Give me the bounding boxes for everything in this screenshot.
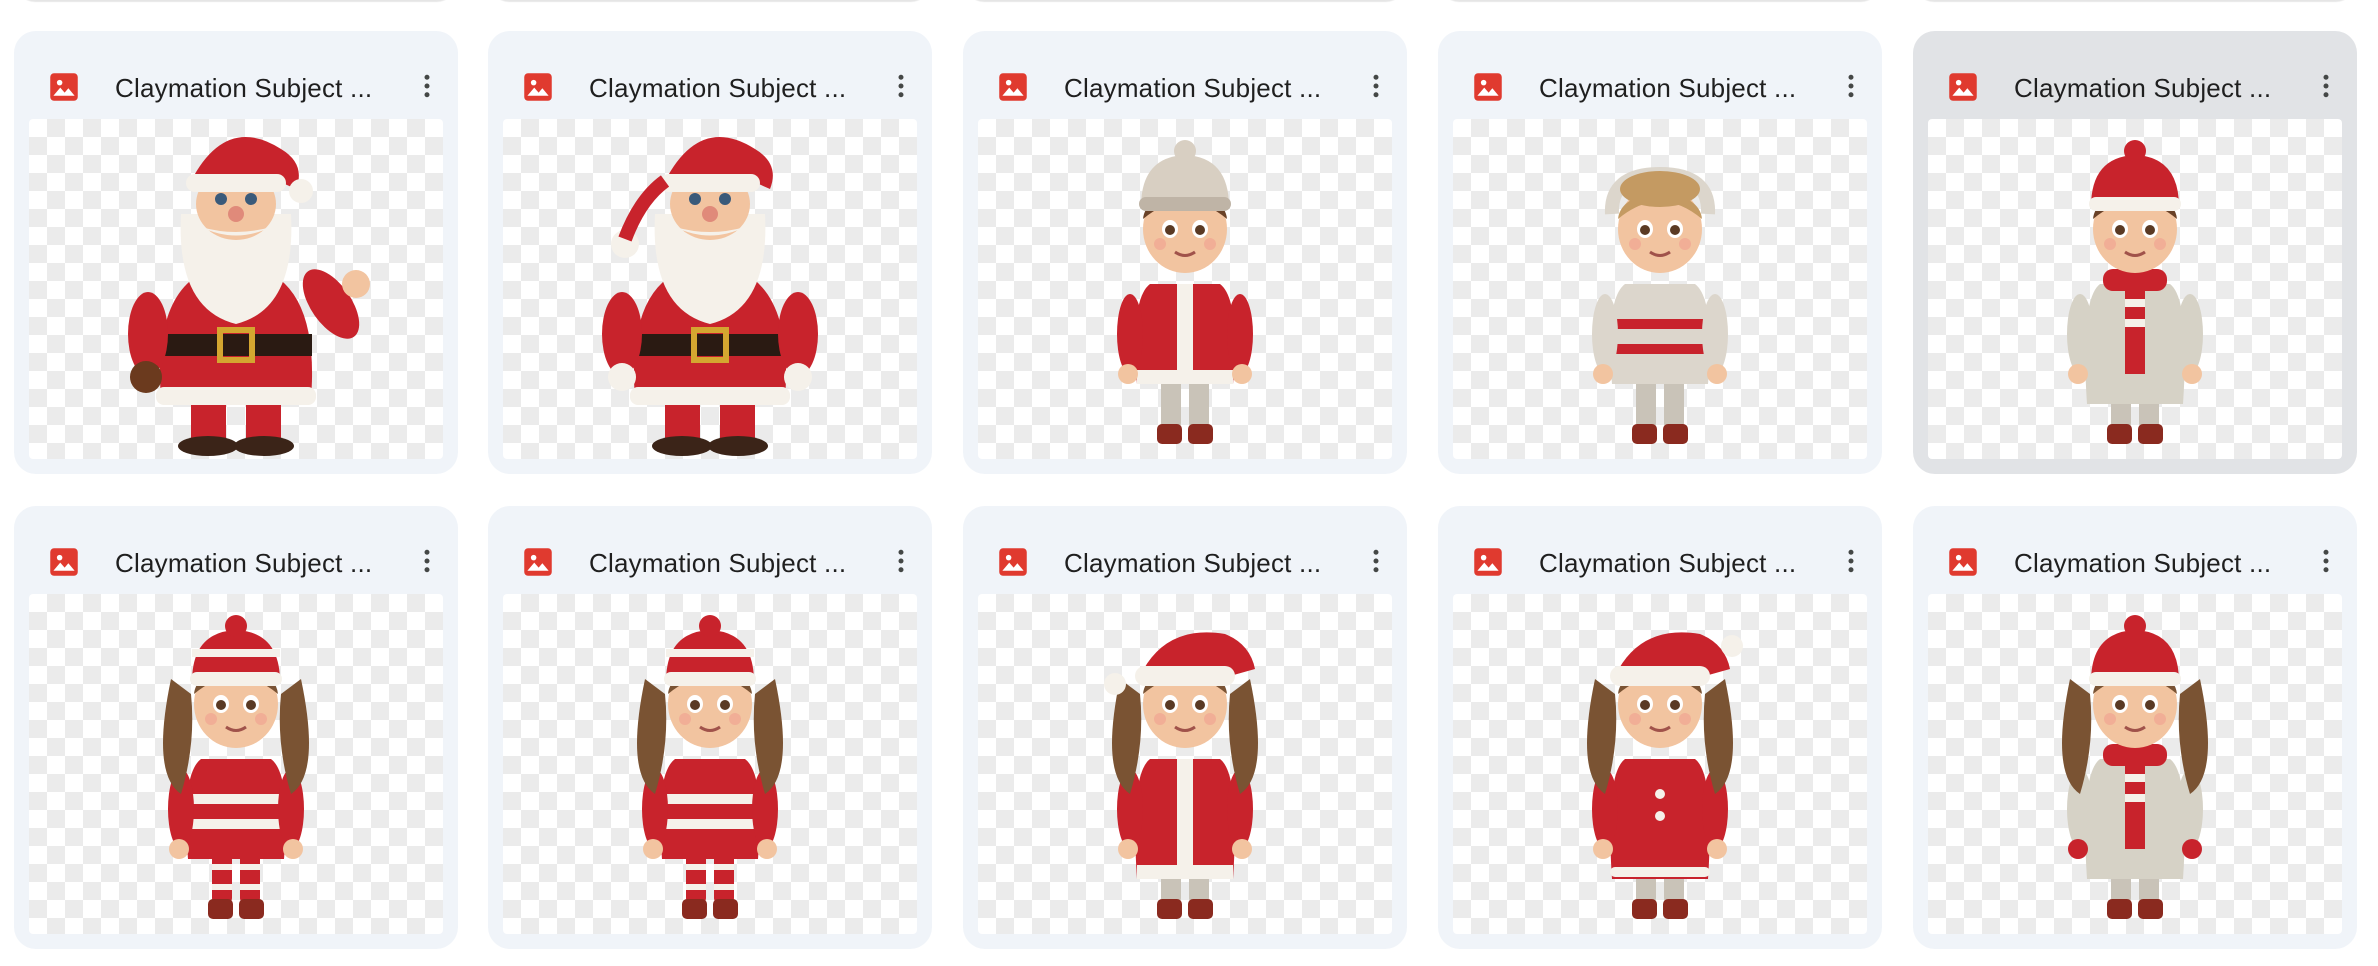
- file-card[interactable]: Claymation Subject ...: [14, 506, 458, 949]
- image-file-icon: [1948, 72, 1978, 102]
- thumbnail-image[interactable]: [29, 119, 443, 459]
- file-card[interactable]: Claymation Subject ...: [1913, 31, 2357, 474]
- more-actions-button[interactable]: [400, 536, 454, 590]
- image-file-icon: [998, 547, 1028, 577]
- thumbnail-figure: [602, 136, 818, 456]
- file-card[interactable]: Claymation Subject ...: [14, 31, 458, 474]
- file-card[interactable]: Claymation Subject ...: [488, 506, 932, 949]
- file-card[interactable]: Claymation Subject ...: [488, 31, 932, 474]
- thumbnail-figure: [2067, 140, 2203, 444]
- more-actions-button[interactable]: [1349, 536, 1403, 590]
- image-file-icon: [1473, 72, 1503, 102]
- thumbnail-image[interactable]: [503, 119, 917, 459]
- more-actions-button[interactable]: [874, 61, 928, 115]
- file-card[interactable]: Claymation Subject ...: [1438, 31, 1882, 474]
- more-vert-icon: [1361, 71, 1391, 106]
- file-card[interactable]: Claymation Subject ...: [1438, 506, 1882, 949]
- thumbnail-image[interactable]: [1453, 594, 1867, 934]
- more-actions-button[interactable]: [1349, 61, 1403, 115]
- thumbnail-figure: [163, 615, 309, 919]
- thumbnail-figure: [128, 136, 370, 456]
- more-actions-button[interactable]: [2299, 536, 2353, 590]
- file-title: Claymation Subject ...: [115, 548, 373, 578]
- thumbnail-image[interactable]: [978, 119, 1392, 459]
- more-actions-button[interactable]: [874, 536, 928, 590]
- file-title: Claymation Subject ...: [589, 73, 847, 103]
- more-vert-icon: [886, 546, 916, 581]
- thumbnail-image[interactable]: [503, 594, 917, 934]
- more-actions-button[interactable]: [1824, 536, 1878, 590]
- file-title: Claymation Subject ...: [115, 73, 373, 103]
- file-title: Claymation Subject ...: [1539, 548, 1797, 578]
- more-vert-icon: [1836, 71, 1866, 106]
- thumbnail-image[interactable]: [1453, 119, 1867, 459]
- file-title: Claymation Subject ...: [1064, 73, 1322, 103]
- image-file-icon: [998, 72, 1028, 102]
- image-file-icon: [49, 547, 79, 577]
- thumbnail-figure: [1117, 140, 1253, 444]
- image-file-icon: [523, 72, 553, 102]
- more-vert-icon: [1836, 546, 1866, 581]
- more-vert-icon: [412, 71, 442, 106]
- thumbnail-image[interactable]: [978, 594, 1392, 934]
- file-title: Claymation Subject ...: [2014, 548, 2272, 578]
- image-file-icon: [49, 72, 79, 102]
- image-file-icon: [523, 547, 553, 577]
- thumbnail-image[interactable]: [1928, 594, 2342, 934]
- file-title: Claymation Subject ...: [589, 548, 847, 578]
- thumbnail-image[interactable]: [1928, 119, 2342, 459]
- file-title: Claymation Subject ...: [1064, 548, 1322, 578]
- file-card[interactable]: Claymation Subject ...: [963, 506, 1407, 949]
- image-file-icon: [1948, 547, 1978, 577]
- file-card[interactable]: Claymation Subject ...: [1913, 506, 2357, 949]
- more-vert-icon: [412, 546, 442, 581]
- more-vert-icon: [2311, 71, 2341, 106]
- thumbnail-figure: [637, 615, 783, 919]
- more-actions-button[interactable]: [400, 61, 454, 115]
- thumbnail-figure: [1104, 632, 1258, 919]
- thumbnail-image[interactable]: [29, 594, 443, 934]
- more-actions-button[interactable]: [2299, 61, 2353, 115]
- file-title: Claymation Subject ...: [2014, 73, 2272, 103]
- more-actions-button[interactable]: [1824, 61, 1878, 115]
- thumbnail-figure: [2062, 615, 2208, 919]
- image-file-icon: [1473, 547, 1503, 577]
- more-vert-icon: [1361, 546, 1391, 581]
- thumbnail-figure: [1587, 632, 1743, 919]
- file-title: Claymation Subject ...: [1539, 73, 1797, 103]
- thumbnail-figure: [1592, 166, 1728, 444]
- more-vert-icon: [886, 71, 916, 106]
- file-card[interactable]: Claymation Subject ...: [963, 31, 1407, 474]
- more-vert-icon: [2311, 546, 2341, 581]
